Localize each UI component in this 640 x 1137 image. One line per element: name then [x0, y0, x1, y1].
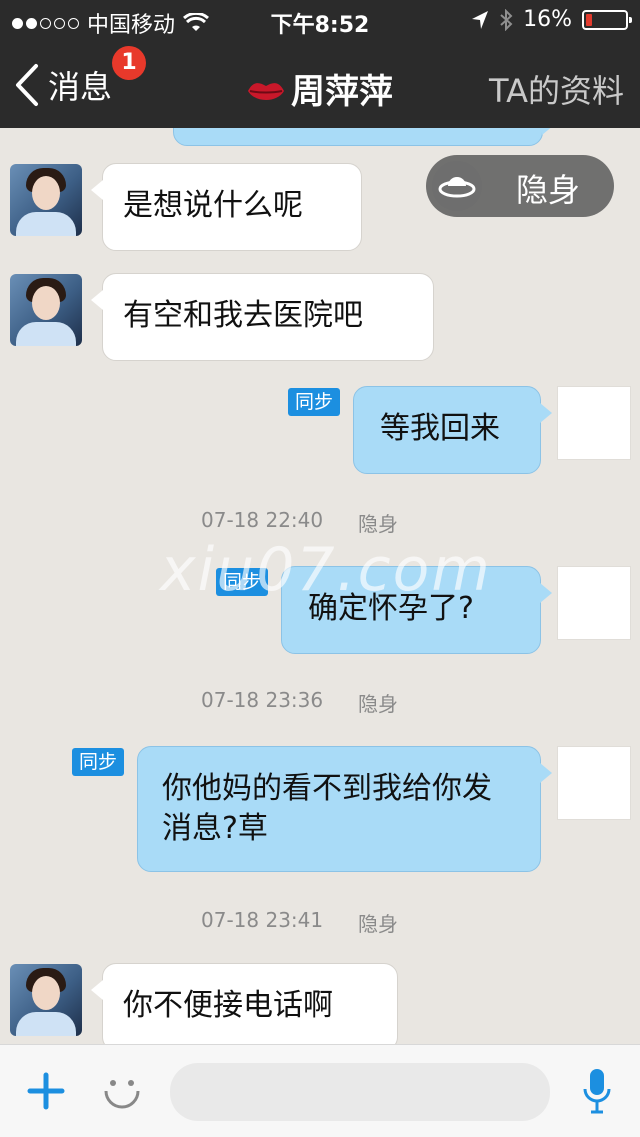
attachment-thumbnail[interactable] [557, 566, 631, 640]
lips-icon [248, 83, 284, 100]
avatar[interactable] [10, 964, 82, 1036]
sync-tag: 同步 [288, 388, 341, 416]
profile-link[interactable]: TA的资料 [489, 66, 624, 112]
plus-icon[interactable] [26, 1071, 66, 1111]
previous-message-bubble [173, 128, 554, 146]
message-bubble-outgoing[interactable]: 你他妈的看不到我给你发消息?草 [137, 746, 552, 872]
invisible-mode-toggle[interactable]: 隐身 [426, 155, 614, 217]
attachment-thumbnail[interactable] [557, 746, 631, 820]
timestamp: 07-18 23:36 [201, 688, 324, 712]
sync-tag: 同步 [72, 748, 125, 776]
input-bar [0, 1044, 640, 1137]
smiley-icon[interactable] [100, 1069, 144, 1113]
timestamp: 07-18 22:40 [201, 508, 324, 532]
watermark: xiu07.com [160, 535, 492, 605]
status-bar: 中国移动 下午8:52 16% [0, 0, 640, 40]
message-bubble-incoming[interactable]: 你不便接电话啊 [91, 963, 398, 1044]
presence-status: 隐身 [358, 912, 398, 936]
attachment-thumbnail[interactable] [557, 386, 631, 460]
battery-percent: 16% [523, 7, 572, 32]
message-input[interactable] [170, 1063, 550, 1121]
nav-bar: 消息 1 周萍萍 TA的资料 [0, 40, 640, 128]
timestamp: 07-18 23:41 [201, 908, 324, 932]
avatar[interactable] [10, 274, 82, 346]
message-bubble-incoming[interactable]: 是想说什么呢 [91, 163, 362, 251]
presence-status: 隐身 [358, 512, 398, 536]
message-bubble-incoming[interactable]: 有空和我去医院吧 [91, 273, 434, 361]
microphone-icon[interactable] [582, 1067, 612, 1115]
battery-icon [582, 9, 632, 30]
chat-area[interactable]: 是想说什么呢 隐身 有空和我去医院吧 同步 等我回来 07-18 22:40 隐… [0, 128, 640, 1044]
location-arrow-icon [472, 10, 489, 29]
avatar[interactable] [10, 164, 82, 236]
invisible-mode-label: 隐身 [516, 171, 581, 209]
presence-status: 隐身 [358, 692, 398, 716]
ufo-icon [432, 161, 482, 211]
status-right: 16% [471, 7, 632, 32]
bluetooth-icon [500, 8, 513, 31]
contact-name: 周萍萍 [291, 72, 393, 112]
message-bubble-outgoing[interactable]: 等我回来 [353, 386, 552, 474]
